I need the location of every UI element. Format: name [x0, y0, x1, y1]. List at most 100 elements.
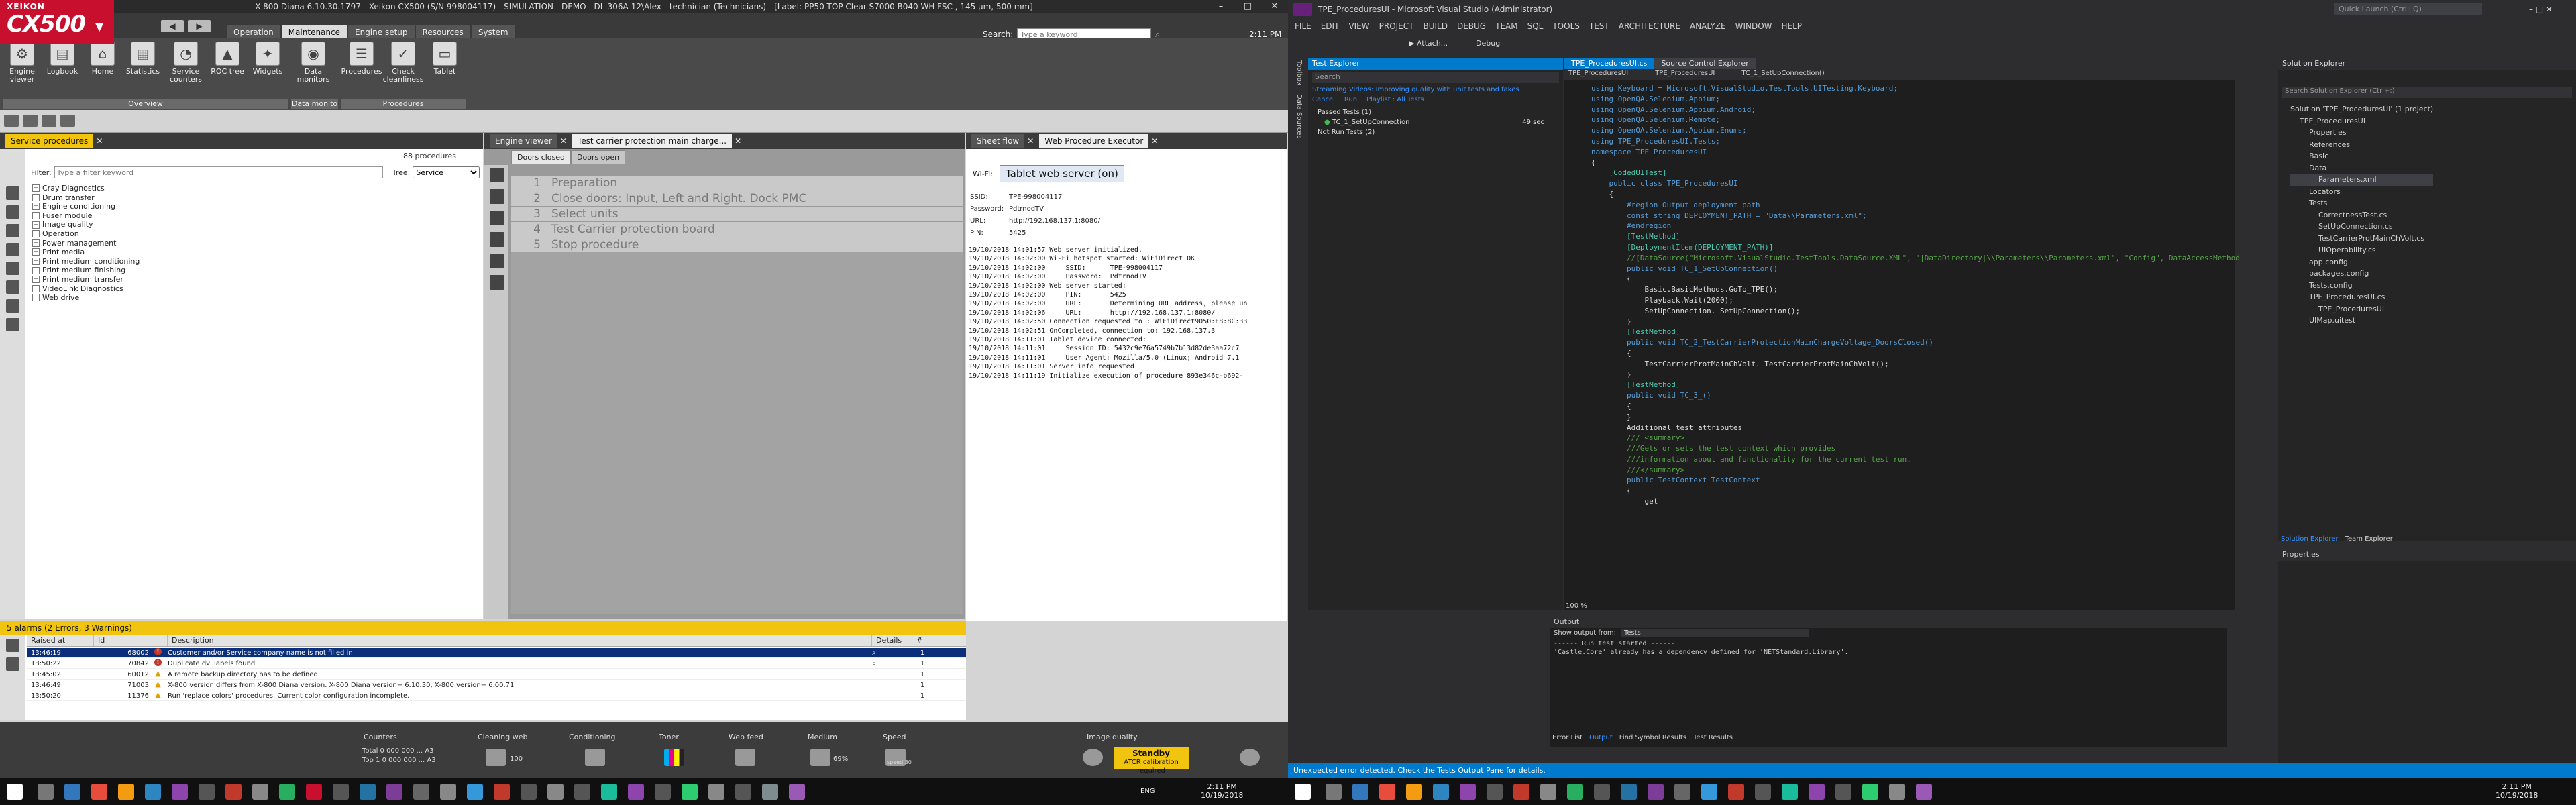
- app-icon[interactable]: [1567, 784, 1583, 800]
- ribbon-tablet-button[interactable]: ▭ Tablet: [425, 42, 464, 90]
- chrome-icon[interactable]: [91, 784, 107, 800]
- tab-source-control-explorer[interactable]: Source Control Explorer: [1654, 58, 1756, 69]
- app-icon[interactable]: [682, 784, 698, 800]
- stop-icon[interactable]: [1240, 749, 1260, 766]
- windows-start-icon[interactable]: [1295, 784, 1311, 800]
- tree-item[interactable]: Print media: [32, 248, 140, 257]
- favorite-icon[interactable]: [6, 243, 19, 256]
- menu-debug[interactable]: DEBUG: [1457, 21, 1486, 31]
- solution-tree-item[interactable]: CorrectnessTest.cs: [2290, 209, 2433, 221]
- play-icon[interactable]: [1083, 749, 1103, 766]
- taskbar-clock[interactable]: 2:11 PM 10/19/2018: [2496, 782, 2538, 800]
- explorer-icon[interactable]: [1406, 784, 1422, 800]
- close-icon[interactable]: ✕: [96, 136, 103, 146]
- minimize-icon[interactable]: –: [1208, 0, 1234, 13]
- quick-launch-input[interactable]: Quick Launch (Ctrl+Q): [2334, 3, 2482, 15]
- ribbon-roc-tree-button[interactable]: ▲ ROC tree: [208, 42, 247, 90]
- tree-item[interactable]: Print medium transfer: [32, 275, 140, 284]
- alarm-row[interactable]: 13:50:20 11376 ▲ Run 'replace colors' proce…: [27, 691, 966, 701]
- solution-tree-item[interactable]: TPE_ProceduresUI: [2290, 115, 2433, 127]
- app-icon[interactable]: [1540, 784, 1556, 800]
- forward-arrow-icon[interactable]: ▶: [188, 20, 211, 32]
- solution-tree-item[interactable]: UIOperability.cs: [2290, 244, 2433, 256]
- visual-studio-icon[interactable]: [1460, 784, 1476, 800]
- collapse-icon[interactable]: [6, 205, 19, 219]
- toolbar-icon[interactable]: [4, 115, 19, 127]
- alarms-header[interactable]: 5 alarms (2 Errors, 3 Warnings): [0, 621, 966, 635]
- app-icon[interactable]: [1513, 784, 1529, 800]
- app-icon[interactable]: [360, 784, 376, 800]
- home-icon[interactable]: [6, 224, 19, 237]
- procedure-step[interactable]: 2 Close doors: Input, Left and Right. Doc…: [511, 191, 963, 206]
- app-icon[interactable]: [547, 784, 564, 800]
- app-icon[interactable]: [199, 784, 215, 800]
- acknowledge-icon[interactable]: [6, 639, 19, 652]
- app-icon[interactable]: [1889, 784, 1905, 800]
- app-icon[interactable]: [279, 784, 295, 800]
- settings-icon[interactable]: [6, 262, 19, 275]
- ribbon-logbook-button[interactable]: ▤ Logbook: [43, 42, 82, 90]
- solution-tree-item[interactable]: packages.config: [2290, 268, 2433, 280]
- app-icon[interactable]: [1809, 784, 1825, 800]
- solution-tree-item[interactable]: app.config: [2290, 256, 2433, 268]
- close-icon[interactable]: ✕: [560, 136, 567, 146]
- solution-tree-item[interactable]: TPE_ProceduresUI.cs: [2290, 291, 2433, 303]
- app-icon[interactable]: [1701, 784, 1717, 800]
- procedure-step[interactable]: 4 Test Carrier protection board: [511, 222, 963, 237]
- alarm-row[interactable]: 13:45:02 60012 ▲ A remote backup directory …: [27, 669, 966, 680]
- procedure-step[interactable]: 3 Select units: [511, 207, 963, 221]
- ribbon-procedures-button[interactable]: ☰ Procedures: [341, 42, 382, 90]
- alarm-row[interactable]: 13:50:22 70842! Duplicate dvl labels found…: [27, 659, 966, 669]
- col-details[interactable]: Details: [872, 635, 912, 646]
- tab-engine-viewer[interactable]: Engine viewer: [490, 134, 557, 148]
- tab-tpe-proceduresui-cs[interactable]: TPE_ProceduresUI.cs: [1564, 58, 1654, 69]
- medium-icon[interactable]: [810, 749, 830, 766]
- app-icon[interactable]: [708, 784, 724, 800]
- test-search-input[interactable]: Search: [1312, 72, 1559, 83]
- procedure-step[interactable]: 5 Stop procedure: [511, 237, 963, 252]
- conditioning-icon[interactable]: [585, 749, 605, 766]
- tab-test-results[interactable]: Test Results: [1693, 734, 1733, 741]
- filter-input[interactable]: [54, 166, 383, 178]
- app-icon[interactable]: [601, 784, 617, 800]
- solution-tree-item[interactable]: SetUpConnection.cs: [2290, 221, 2433, 233]
- app-icon[interactable]: [1835, 784, 1851, 800]
- app-icon[interactable]: [467, 784, 483, 800]
- tab-test-carrier[interactable]: Test carrier protection main charge...: [572, 134, 733, 148]
- tab-team-explorer[interactable]: Team Explorer: [2345, 535, 2393, 543]
- output-source-select[interactable]: Tests: [1621, 629, 1809, 637]
- menu-view[interactable]: VIEW: [1348, 21, 1369, 31]
- app-icon[interactable]: [1648, 784, 1664, 800]
- app-icon[interactable]: [655, 784, 671, 800]
- ribbon-service-counters-button[interactable]: ◔ Service counters: [166, 42, 205, 90]
- tree-select[interactable]: Service: [413, 166, 480, 178]
- windows-start-icon[interactable]: [7, 784, 23, 800]
- solution-tree-item[interactable]: TPE_ProceduresUI: [2290, 303, 2433, 315]
- window-controls[interactable]: – □ ✕: [2529, 5, 2553, 14]
- attach-button[interactable]: ▶ Attach...: [1409, 39, 1448, 48]
- maximize-icon[interactable]: □: [1234, 0, 1261, 13]
- tree-item[interactable]: Power management: [32, 239, 140, 248]
- app-icon[interactable]: [1728, 784, 1744, 800]
- tab-error-list[interactable]: Error List: [1552, 734, 1582, 741]
- tray-language[interactable]: ENG: [1140, 788, 1155, 795]
- col-raised-at[interactable]: Raised at: [27, 635, 94, 646]
- app-icon[interactable]: [789, 784, 805, 800]
- menu-project[interactable]: PROJECT: [1379, 21, 1414, 31]
- app-icon[interactable]: [1755, 784, 1771, 800]
- visual-studio-icon[interactable]: [172, 784, 188, 800]
- app-icon[interactable]: [225, 784, 241, 800]
- play-icon[interactable]: [490, 168, 504, 182]
- tree-item[interactable]: Cray Diagnostics: [32, 184, 140, 193]
- taskbar-clock[interactable]: 2:11 PM 10/19/2018: [1201, 782, 1243, 800]
- standby-status[interactable]: Standby ATCR calibration required: [1114, 747, 1189, 775]
- ribbon-widgets-button[interactable]: ✦ Widgets: [248, 42, 287, 90]
- tab-output[interactable]: Output: [1589, 734, 1613, 741]
- lock-icon[interactable]: [490, 275, 504, 290]
- ribbon-statistics-button[interactable]: ▦ Statistics: [123, 42, 162, 90]
- tab-doors-closed[interactable]: Doors closed: [511, 150, 571, 164]
- app-icon[interactable]: [494, 784, 510, 800]
- solution-tree-item[interactable]: Properties: [2290, 127, 2433, 139]
- search-icon[interactable]: [38, 784, 54, 800]
- cleaning-web-icon[interactable]: [486, 749, 506, 766]
